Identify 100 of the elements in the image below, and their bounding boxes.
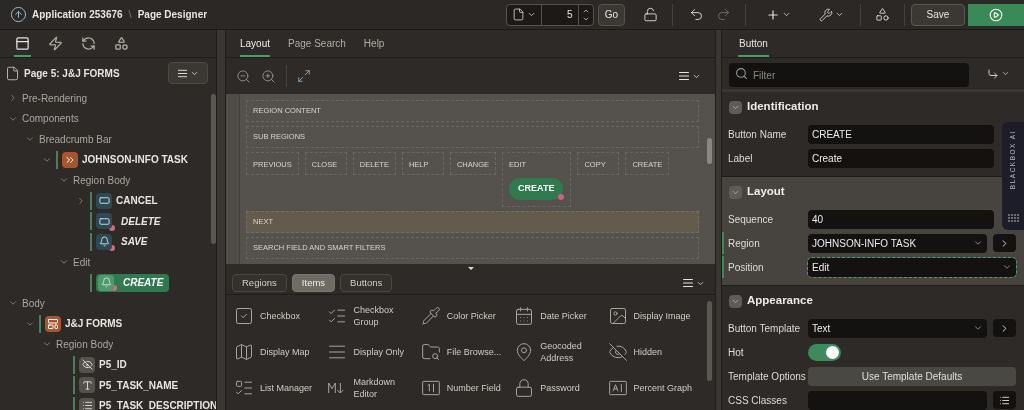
gallery-item[interactable]: Number Field [420,373,515,403]
tree-item[interactable]: DELETE [121,213,161,229]
gallery-tab[interactable]: Items [291,274,336,292]
rendering-tree-icon [15,35,30,51]
dropdown-field[interactable]: Text [808,318,987,338]
text-area-icon [79,397,95,410]
redo-icon[interactable] [716,7,731,22]
dropdown-field[interactable]: Edit [808,257,1016,277]
gallery-item[interactable]: Date Picker [514,301,608,331]
dropdown-field[interactable]: JOHNSON-INFO TASK [808,233,987,253]
gallery-item[interactable]: Checkbox Group [327,301,421,331]
tree-item[interactable]: P5_TASK_DESCRIPTION [99,398,216,410]
tree-item[interactable]: SAVE [121,234,148,250]
gallery-item[interactable]: File Browse... [420,337,515,367]
collapsed-chevron-icon[interactable] [76,195,86,206]
app-link[interactable]: Application 253676 [32,7,123,22]
template-defaults-button[interactable]: Use Template Defaults [808,366,1016,386]
property-input[interactable]: Create [808,148,994,168]
gallery-item-label: Geocoded Address [540,340,583,364]
tab[interactable]: Help [363,31,385,57]
scrollbar[interactable] [211,94,216,244]
tab[interactable]: Button [738,31,769,57]
splitter-arrow-icon[interactable] [467,266,474,270]
gallery-item[interactable]: Display Map [234,337,328,367]
tab[interactable]: Layout [240,31,271,57]
toggle-switch[interactable] [808,343,841,361]
page-selector[interactable]: 5 [505,3,594,26]
tree-item[interactable]: Body [22,295,45,311]
go-to-button[interactable] [993,234,1016,252]
tree-item[interactable]: JOHNSON-INFO TASK [82,152,188,168]
collapse-toggle[interactable] [729,294,742,308]
list-picker-button[interactable] [993,391,1016,409]
tree-item[interactable]: Region Body [56,336,114,352]
scrollbar[interactable] [707,138,712,164]
search-icon [735,66,748,80]
tree-item[interactable]: Region Body [73,172,131,188]
property-label: Position [727,260,765,275]
gallery-item[interactable]: Markdown Editor [327,373,421,403]
page-icon [511,8,525,21]
gallery-item[interactable]: Checkbox [234,301,328,331]
zoom-out-icon[interactable] [236,68,251,84]
property-label: Button Template [727,321,802,336]
caret-icon [782,10,791,19]
gallery-item-label: Display Only [353,346,405,358]
canvas-button[interactable]: CREATE [509,178,564,200]
collapse-toggle[interactable] [729,100,742,114]
gallery-tab[interactable]: Regions [232,274,287,292]
run-button[interactable] [968,3,1024,26]
gallery-item[interactable]: Display Only [327,337,421,367]
gallery-item-label: File Browse... [446,346,503,358]
go-to-group-button[interactable] [987,67,1010,80]
refresh-icon [81,35,96,51]
eye-off-icon [79,356,95,373]
selected-tree-item[interactable]: CREATE [96,273,170,292]
utilities-menu-button[interactable] [819,7,844,22]
tree-item[interactable]: Edit [73,254,91,270]
group-title: Identification [747,99,819,115]
css-classes-input[interactable] [808,390,987,410]
tab[interactable]: Page Search [288,31,346,57]
tree-item[interactable]: Pre-Rendering [22,90,88,106]
add-menu-button[interactable] [766,7,791,22]
gallery-item[interactable]: Geocoded Address [514,337,608,367]
zoom-in-icon[interactable] [261,68,276,84]
property-label: Label [727,151,754,166]
menu-icon [678,70,690,82]
layout-menu-button[interactable] [678,70,701,82]
gallery-item-label: Hidden [633,346,664,358]
tree-item[interactable]: J&J FORMS [65,316,123,332]
page-node[interactable]: Page 5: J&J FORMS [24,65,120,81]
go-button[interactable]: Go [597,3,625,26]
gallery-item[interactable]: Password [514,373,608,403]
filter-field[interactable]: Filter [729,63,969,87]
undo-icon[interactable] [689,7,704,22]
page-number[interactable]: 5 [541,7,578,22]
gallery-tab[interactable]: Buttons [340,274,393,292]
gallery-item[interactable]: Display Image [607,301,701,331]
tree-item[interactable]: P5_TASK_NAME [99,377,179,393]
gallery-item[interactable]: Hidden [607,337,701,367]
gallery-item[interactable]: Color Picker [420,301,515,331]
lock-icon [514,378,535,398]
property-input[interactable]: 40 [808,209,994,229]
gallery-item-label: List Manager [260,382,314,394]
expand-icon[interactable] [297,69,311,83]
gallery-item[interactable]: Percent Graph [607,373,701,403]
tree-menu-button[interactable] [168,62,208,84]
lock-icon[interactable] [643,7,658,22]
gallery-menu-button[interactable] [682,277,705,289]
collapsed-chevron-icon[interactable] [8,93,18,104]
property-input[interactable]: CREATE [808,124,994,144]
gallery-item[interactable]: List Manager [234,373,328,403]
shapes-icon[interactable] [875,7,890,22]
tree-item[interactable]: Breadcrumb Bar [39,131,112,147]
tree-item[interactable]: Components [22,111,79,127]
collapse-toggle[interactable] [729,185,742,199]
tree-item[interactable]: P5_ID [99,357,127,373]
scrollbar[interactable] [707,301,712,381]
save-button[interactable]: Save [911,3,965,26]
property-label: Template Options [727,369,807,384]
tree-item[interactable]: CANCEL [116,193,158,209]
go-to-button[interactable] [993,319,1016,337]
